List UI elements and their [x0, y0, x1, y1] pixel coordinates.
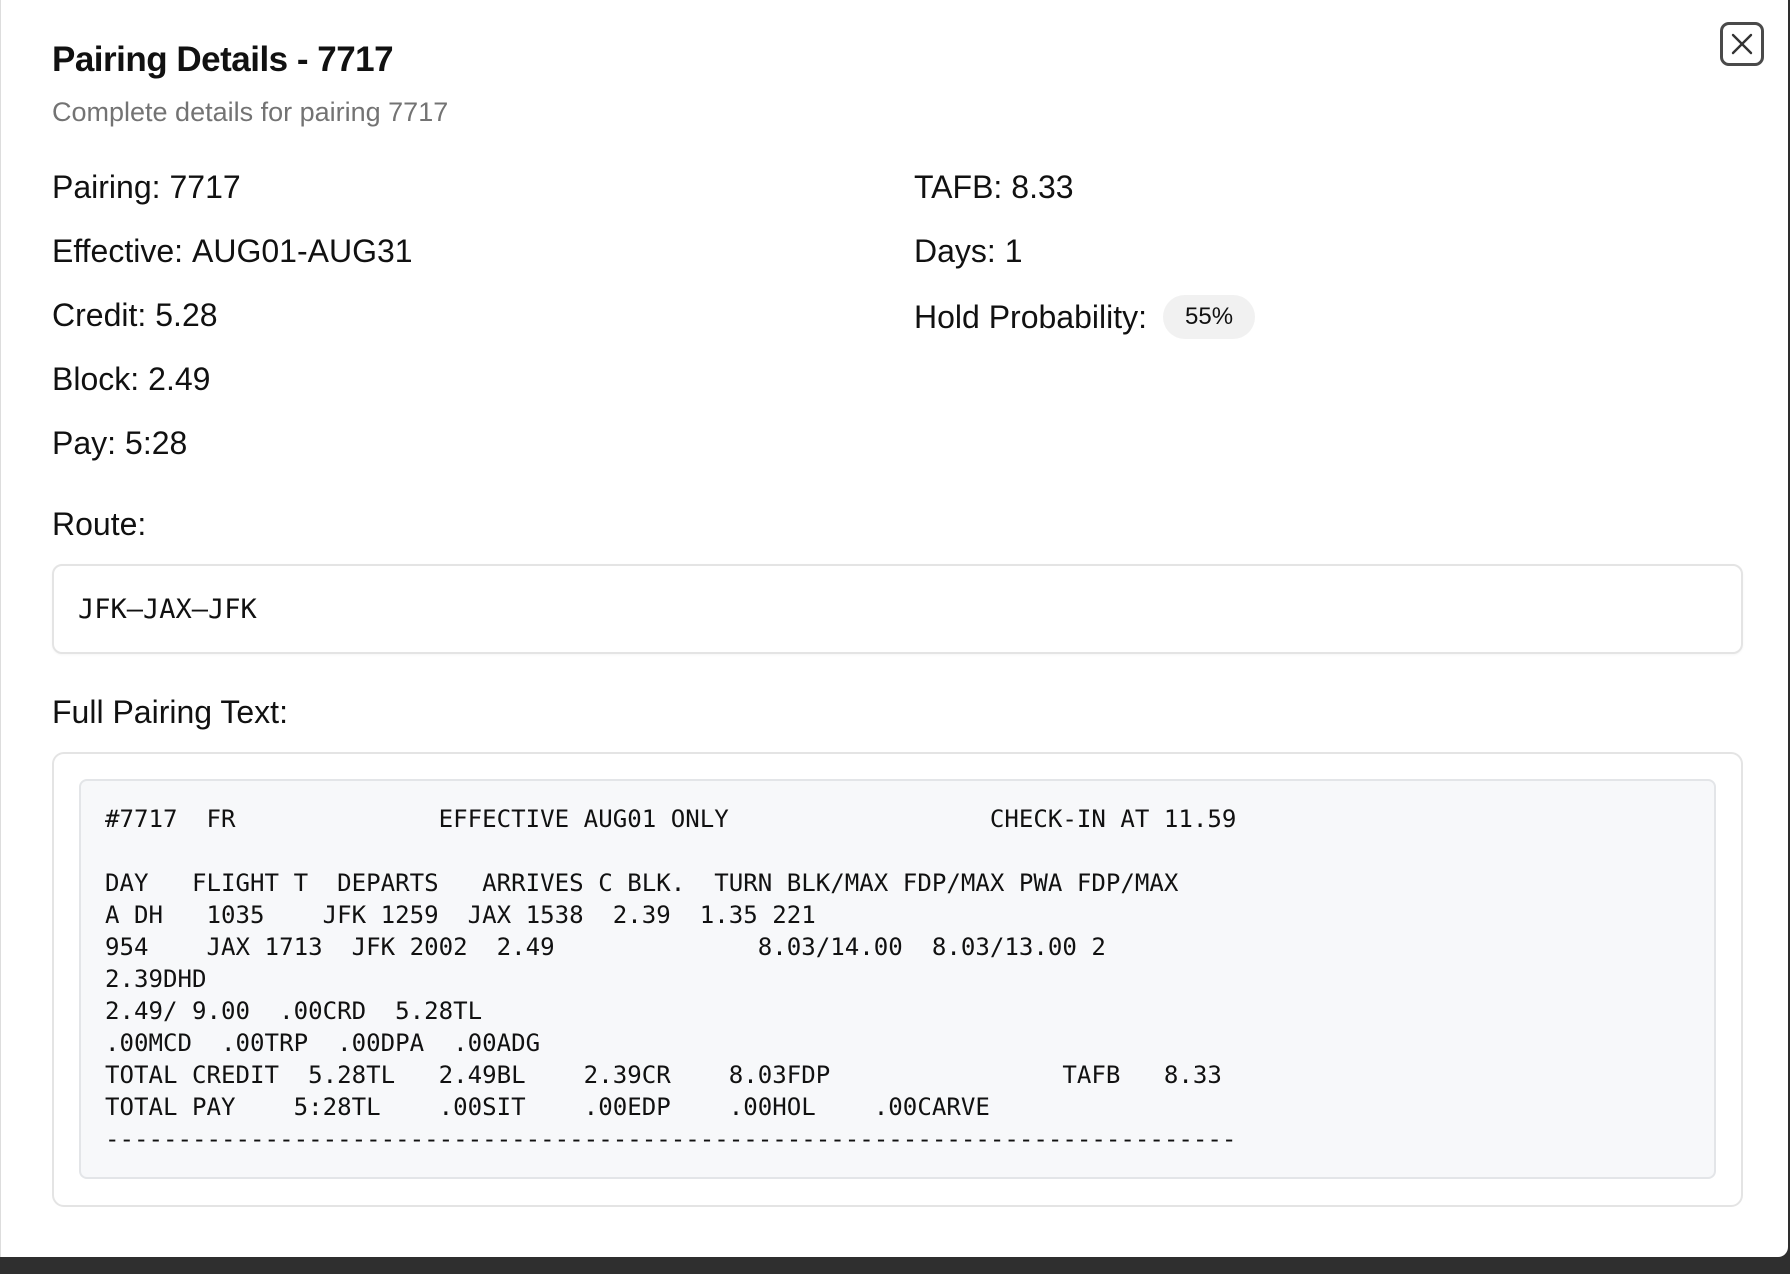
pay-label: Pay:	[52, 425, 117, 461]
credit-field: Credit: 5.28	[52, 297, 218, 334]
pairing-text-line: DAY FLIGHT T DEPARTS ARRIVES C BLK. TURN…	[105, 869, 1179, 897]
dialog-title: Pairing Details - 7717	[52, 40, 394, 79]
close-button[interactable]	[1720, 22, 1764, 66]
route-label: Route:	[52, 506, 147, 542]
block-value: 2.49	[148, 361, 211, 397]
route-value: JFK–JAX–JFK	[78, 593, 257, 625]
close-icon	[1730, 32, 1754, 56]
pairing-text-line: #7717 FR EFFECTIVE AUG01 ONLY CHECK-IN A…	[105, 805, 1237, 833]
full-pairing-text: #7717 FR EFFECTIVE AUG01 ONLY CHECK-IN A…	[79, 779, 1716, 1179]
pairing-text-line: .00MCD .00TRP .00DPA .00ADG	[105, 1029, 541, 1057]
route-box: JFK–JAX–JFK	[52, 564, 1743, 654]
pairing-field: Pairing: 7717	[52, 169, 241, 206]
pairing-value: 7717	[169, 169, 241, 205]
days-label: Days:	[914, 233, 996, 269]
hold-probability-label: Hold Probability:	[914, 298, 1147, 335]
pairing-text-line: 2.49/ 9.00 .00CRD 5.28TL	[105, 997, 483, 1025]
tafb-label: TAFB:	[914, 169, 1003, 205]
pairing-text-line: TOTAL PAY 5:28TL .00SIT .00EDP .00HOL .0…	[105, 1093, 990, 1121]
credit-label: Credit:	[52, 297, 147, 333]
effective-value: AUG01-AUG31	[192, 233, 413, 269]
effective-field: Effective: AUG01-AUG31	[52, 233, 413, 270]
full-pairing-text-label: Full Pairing Text:	[52, 694, 288, 730]
pairing-text-line: TOTAL CREDIT 5.28TL 2.49BL 2.39CR 8.03FD…	[105, 1061, 1222, 1089]
effective-label: Effective:	[52, 233, 184, 269]
hold-probability-badge: 55%	[1163, 295, 1256, 339]
pairing-text-line: 954 JAX 1713 JFK 2002 2.49 8.03/14.00 8.…	[105, 933, 1106, 961]
days-value: 1	[1004, 233, 1023, 269]
days-field: Days: 1	[914, 233, 1023, 270]
pairing-text-line: A DH 1035 JFK 1259 JAX 1538 2.39 1.35 22…	[105, 901, 816, 929]
pay-field: Pay: 5:28	[52, 425, 187, 462]
tafb-value: 8.33	[1011, 169, 1074, 205]
block-field: Block: 2.49	[52, 361, 210, 398]
dialog-subtitle: Complete details for pairing 7717	[52, 97, 449, 127]
pairing-text-line: ----------------------------------------…	[105, 1125, 1237, 1153]
pairing-details-dialog: Pairing Details - 7717 Complete details …	[0, 0, 1788, 1257]
pay-value: 5:28	[125, 425, 188, 461]
full-pairing-text-card: #7717 FR EFFECTIVE AUG01 ONLY CHECK-IN A…	[52, 752, 1743, 1207]
hold-probability-field: Hold Probability: 55%	[914, 295, 1256, 339]
block-label: Block:	[52, 361, 140, 397]
pairing-text-line: 2.39DHD	[105, 965, 207, 993]
credit-value: 5.28	[155, 297, 218, 333]
tafb-field: TAFB: 8.33	[914, 169, 1074, 206]
pairing-label: Pairing:	[52, 169, 161, 205]
background-strip	[0, 1257, 1790, 1274]
